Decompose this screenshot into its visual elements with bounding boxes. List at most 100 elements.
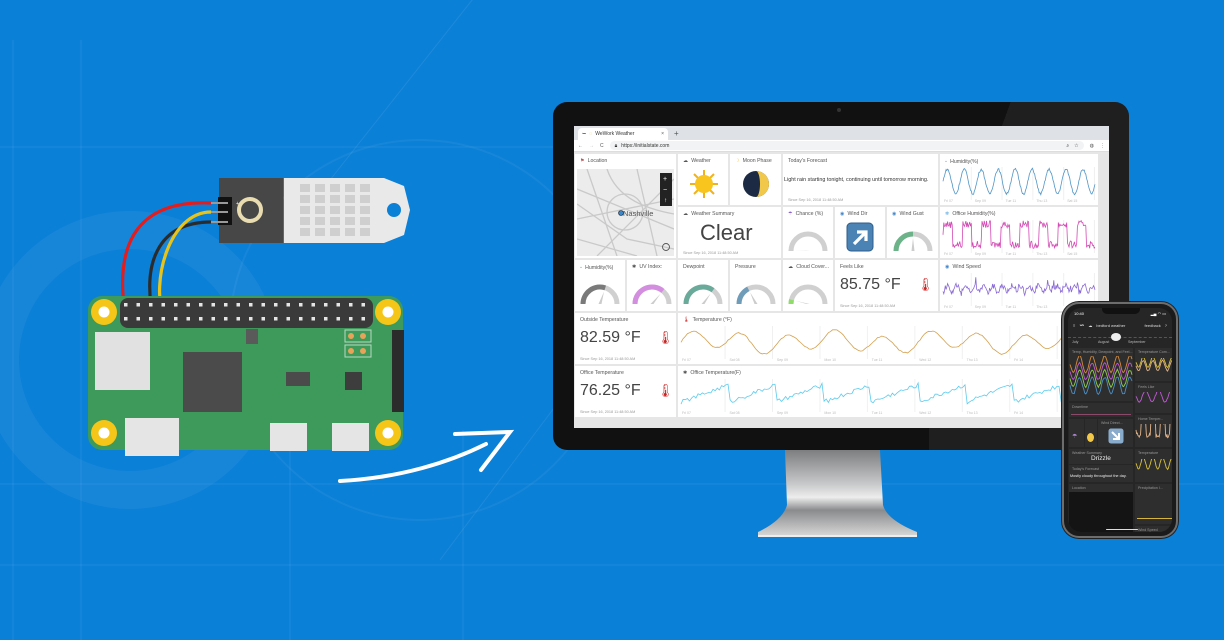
- close-tab-icon[interactable]: ×: [661, 131, 664, 137]
- timeline-handle[interactable]: [1111, 333, 1121, 341]
- help-icon[interactable]: ?: [1165, 323, 1167, 328]
- x-tick-label: Sep 09: [975, 199, 986, 203]
- phone-timeline[interactable]: July August September: [1068, 333, 1172, 346]
- gauge: [632, 284, 671, 305]
- phone-map[interactable]: [1069, 492, 1133, 532]
- thermometer-icon: 🌡︎: [657, 330, 674, 345]
- gpio-pin: [149, 303, 153, 307]
- sensor-vent: [330, 228, 340, 236]
- browser-tab[interactable]: ∽ ◌ WeWork Weather ×: [578, 128, 668, 140]
- phone-tile-moon[interactable]: [1085, 419, 1097, 447]
- map-compass[interactable]: ↑: [664, 198, 667, 204]
- phone-tile-downtime[interactable]: Downtime: [1069, 403, 1133, 417]
- gpio-pin: [149, 317, 153, 321]
- sensor-vent: [315, 228, 325, 236]
- feedback-link[interactable]: feedback: [1145, 323, 1161, 328]
- phone-tile-weather-summary[interactable]: Weather Summary Drizzle: [1069, 449, 1133, 464]
- phone-tile-combo-chart[interactable]: Temp, Humidity, Dewpoint, and Feel...: [1069, 348, 1133, 401]
- menu-icon[interactable]: ⋮: [1100, 143, 1105, 149]
- tile-moon-phase[interactable]: ☽ Moon Phase: [730, 154, 781, 205]
- phone-tile-temperature[interactable]: Temperature: [1135, 449, 1172, 482]
- tile-weather[interactable]: ☁ Weather: [678, 154, 728, 205]
- chart-office-temperature[interactable]: ✱ Office Temperature(F) Fri 07 Sat 08 Sep 0…: [678, 366, 1109, 417]
- map-zoom-in[interactable]: +: [663, 176, 667, 183]
- phone-app-title: bedford weather: [1096, 322, 1126, 328]
- phone-tile-precipitation[interactable]: Precipitation I...: [1135, 484, 1172, 524]
- sensor-vent: [315, 206, 325, 214]
- map-zoom-out[interactable]: −: [663, 187, 667, 194]
- x-tick-label: Thu 13: [1036, 305, 1047, 309]
- tile-chance[interactable]: ☂ Chance (%): [783, 207, 833, 258]
- sensor-vent: [300, 184, 310, 192]
- phone-tile-wind-speed[interactable]: Wind Speed: [1135, 526, 1172, 532]
- weather-summary-value: Clear: [700, 220, 753, 245]
- phone-tile-feels-like[interactable]: Feels Like: [1135, 383, 1172, 413]
- star-icon[interactable]: ☆: [1074, 143, 1078, 149]
- zoom-icon[interactable]: ⌕: [1066, 143, 1069, 149]
- tile-wind-dir[interactable]: ◉ Wind Dir: [835, 207, 885, 258]
- tile-weather-summary[interactable]: ☁ Weather Summary Clear Since Sep 16, 201…: [678, 207, 781, 258]
- phone-tile-wind-direction[interactable]: Wind Direct...: [1098, 419, 1133, 447]
- chart-office-humidity[interactable]: ❄ Office Humidity(%) Fri 07 Sep 09 Tue 11 Th…: [940, 207, 1098, 258]
- address-bar-row: ← → C 🔒︎ https://initialstate.com ⌕ ☆ ◍ ⋮: [574, 140, 1109, 152]
- x-tick-label: Fri 07: [682, 358, 691, 362]
- x-tick-label: Tue 11: [872, 358, 883, 362]
- office-temperature-value: 76.25 °F: [580, 382, 641, 399]
- account-icon[interactable]: ◍: [1090, 143, 1094, 149]
- hamburger-icon[interactable]: ≡: [1073, 323, 1075, 328]
- gpio-pin: [274, 303, 278, 307]
- gpio-pin: [324, 303, 328, 307]
- sensor-vent: [345, 206, 355, 214]
- tile-wind-gust[interactable]: ◉ Wind Gust: [887, 207, 938, 258]
- tile-todays-forecast[interactable]: Today's Forecast Light rain starting ton…: [783, 154, 938, 205]
- line-chart: Fri 07 Sat 08 Sep 09 Mon 10 Tue 11 Wed 12 Thu …: [680, 379, 1107, 415]
- chart-temperature[interactable]: 🌡︎ Temperature (°F) Fri 07 Sat 08 Sep 09 Mon…: [678, 313, 1109, 364]
- x-tick-label: Wed 12: [919, 411, 931, 415]
- reload-icon[interactable]: C: [600, 143, 604, 149]
- phone-tile-location[interactable]: Location: [1069, 484, 1133, 532]
- timeline-label: July: [1072, 340, 1079, 344]
- gpio-pin: [186, 317, 190, 321]
- moon-icon: [1087, 433, 1094, 442]
- since-timestamp: Since Sep 16, 2018 11:48:50 AM: [683, 251, 739, 255]
- forward-icon[interactable]: →: [589, 143, 594, 149]
- timeline-label: August: [1098, 340, 1110, 344]
- tile-title: Location: [587, 158, 608, 164]
- x-tick-label: Fri 07: [944, 305, 953, 309]
- gauge-track: [788, 231, 828, 252]
- tile-uv-index[interactable]: ✱ UV Index:: [627, 260, 676, 311]
- line-chart: Fri 07 Sat 08 Sep 09 Mon 10 Tue 11 Wed 12 Thu …: [680, 326, 1107, 362]
- tile-cloud-cover[interactable]: ☁ Cloud Cover...: [783, 260, 833, 311]
- tile-outside-temperature[interactable]: Outside Temperature 82.59 °F 🌡︎ Since Se…: [575, 313, 676, 364]
- phone-tile-temp-compare[interactable]: Temperature Com...: [1135, 348, 1172, 381]
- tile-humidity-gauge[interactable]: 💧︎ Humidity(%): [575, 260, 625, 311]
- series-line: [680, 381, 1107, 405]
- gpio-pin: [349, 303, 353, 307]
- tile-feels-like[interactable]: Feels Like 85.75 °F 🌡︎ Since Sep 16, 201…: [835, 260, 938, 311]
- url-input[interactable]: 🔒︎ https://initialstate.com ⌕ ☆: [609, 141, 1084, 150]
- initialstate-logo-icon: ∽: [1079, 322, 1085, 329]
- gpio-pin: [361, 303, 365, 307]
- phone-tile-weather[interactable]: ☂: [1069, 419, 1084, 447]
- uv-icon: ✱: [632, 264, 637, 270]
- x-tick-label: Fri 07: [944, 199, 953, 203]
- gpio-pin: [261, 317, 265, 321]
- tile-title: Humidity(%): [585, 264, 614, 271]
- phone-time: 10:40: [1074, 311, 1085, 316]
- tile-office-temperature[interactable]: Office Temperature 76.25 °F 🌡︎ Since Sep…: [575, 366, 676, 417]
- sensor-vent: [360, 217, 370, 225]
- back-icon[interactable]: ←: [578, 143, 583, 149]
- tile-pressure[interactable]: Pressure: [730, 260, 781, 311]
- tile-dewpoint[interactable]: Dewpoint: [678, 260, 728, 311]
- chart-title: Wind Speed: [952, 264, 981, 270]
- phone-tile-forecast[interactable]: Today's Forecast Mostly cloudy throughou…: [1069, 465, 1133, 482]
- tile-location[interactable]: ⚑ Location + − ↑ Nashville: [575, 154, 676, 258]
- gpio-pin: [311, 317, 315, 321]
- tile-title: Temperature Com...: [1138, 350, 1170, 354]
- map[interactable]: + − ↑ Nashville: [577, 169, 674, 256]
- chart-humidity[interactable]: 💧︎ Humidity(%) Fri 07 Sep 09 Tue 11 Thu 13 Sa…: [940, 154, 1098, 205]
- new-tab-button[interactable]: +: [674, 128, 679, 140]
- phone-tile-home-temp[interactable]: Home Temper...: [1135, 415, 1172, 447]
- tile-title: Office Temperature: [580, 370, 624, 376]
- phone-app-header: ≡ ∽ ☁ bedford weather feedback ?: [1068, 320, 1172, 330]
